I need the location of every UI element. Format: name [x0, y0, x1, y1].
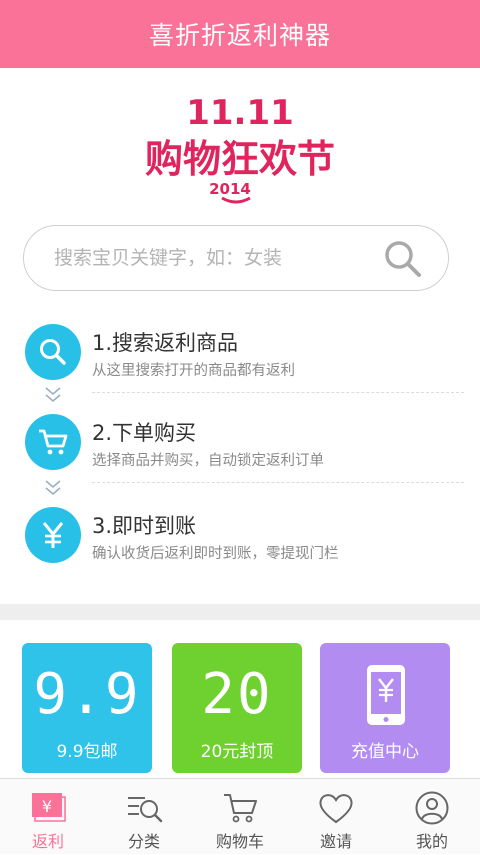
app-title: 喜折折返利神器: [148, 21, 331, 50]
logo-smile: [221, 196, 251, 204]
logo-year-text: 2014: [209, 180, 251, 198]
step-search: 1.搜索返利商品 从这里搜索打开的商品都有返利: [0, 324, 480, 404]
tab-mine[interactable]: 我的: [384, 779, 480, 855]
cart-icon: [224, 794, 257, 823]
search-box[interactable]: 搜索宝贝关键字，如：女装: [23, 225, 449, 291]
rebate-icon: ¥: [32, 793, 66, 822]
svg-text:¥: ¥: [42, 797, 52, 816]
title-bar: 喜折折返利神器: [0, 0, 480, 68]
phone-yen-icon: [367, 665, 405, 725]
cart-icon: [39, 429, 68, 455]
search-placeholder[interactable]: 搜索宝贝关键字，如：女装: [54, 226, 282, 290]
tile-label: 20元封顶: [200, 742, 274, 762]
tile-20-cap[interactable]: 20 20元封顶: [172, 643, 302, 773]
step-icon-circle: [25, 324, 81, 380]
user-icon: [415, 791, 449, 825]
tab-cart[interactable]: 购物车: [192, 779, 288, 855]
tab-label: 我的: [415, 832, 448, 851]
tab-rebate[interactable]: ¥ 返利: [0, 779, 96, 855]
tile-label: 9.9包邮: [56, 742, 118, 762]
tab-label: 购物车: [215, 832, 264, 851]
logo-main-text: 购物狂欢节: [145, 137, 335, 181]
tab-label: 邀请: [319, 832, 352, 851]
category-search-icon: [128, 797, 163, 823]
tile-9-9-free-shipping[interactable]: 9.9 9.9包邮: [22, 643, 152, 773]
step-desc: 确认收货后返利即时到账，零提现门栏: [92, 546, 339, 562]
tile-recharge-center[interactable]: 充值中心: [320, 643, 450, 773]
step-desc: 选择商品并购买，自动锁定返利订单: [92, 453, 324, 469]
heart-icon: [319, 794, 353, 824]
step-divider: [92, 392, 464, 393]
logo-date-text: 11.11: [186, 93, 294, 133]
step-order: 2.下单购买 选择商品并购买，自动锁定返利订单: [0, 414, 480, 494]
chevron-down-icon: [45, 387, 61, 403]
step-desc: 从这里搜索打开的商品都有返利: [92, 363, 295, 379]
tile-label: 充值中心: [351, 742, 419, 762]
tile-big-number: 20: [201, 662, 273, 727]
section-divider: [0, 604, 480, 620]
search-icon: [40, 339, 66, 365]
double-eleven-logo: 11.11 购物狂欢节 2014: [145, 93, 335, 204]
tab-label: 分类: [127, 832, 160, 851]
tab-label: 返利: [31, 832, 64, 851]
search-icon[interactable]: [384, 240, 422, 278]
step-title: 2.下单购买: [92, 421, 197, 445]
step-icon-circle: [25, 414, 81, 470]
tab-invite[interactable]: 邀请: [288, 779, 384, 855]
step-title: 3.即时到账: [92, 514, 197, 538]
tile-big-number: 9.9: [33, 662, 141, 727]
yen-icon: [42, 522, 64, 548]
tab-category[interactable]: 分类: [96, 779, 192, 855]
step-arrival: 3.即时到账 确认收货后返利即时到账，零提现门栏: [0, 507, 480, 587]
chevron-down-icon: [45, 480, 61, 496]
step-icon-circle: [25, 507, 81, 563]
step-title: 1.搜索返利商品: [92, 331, 239, 355]
step-divider: [92, 482, 464, 483]
bottom-tab-bar: ¥ 返利 分类 购物车 邀请 我的: [0, 778, 480, 854]
